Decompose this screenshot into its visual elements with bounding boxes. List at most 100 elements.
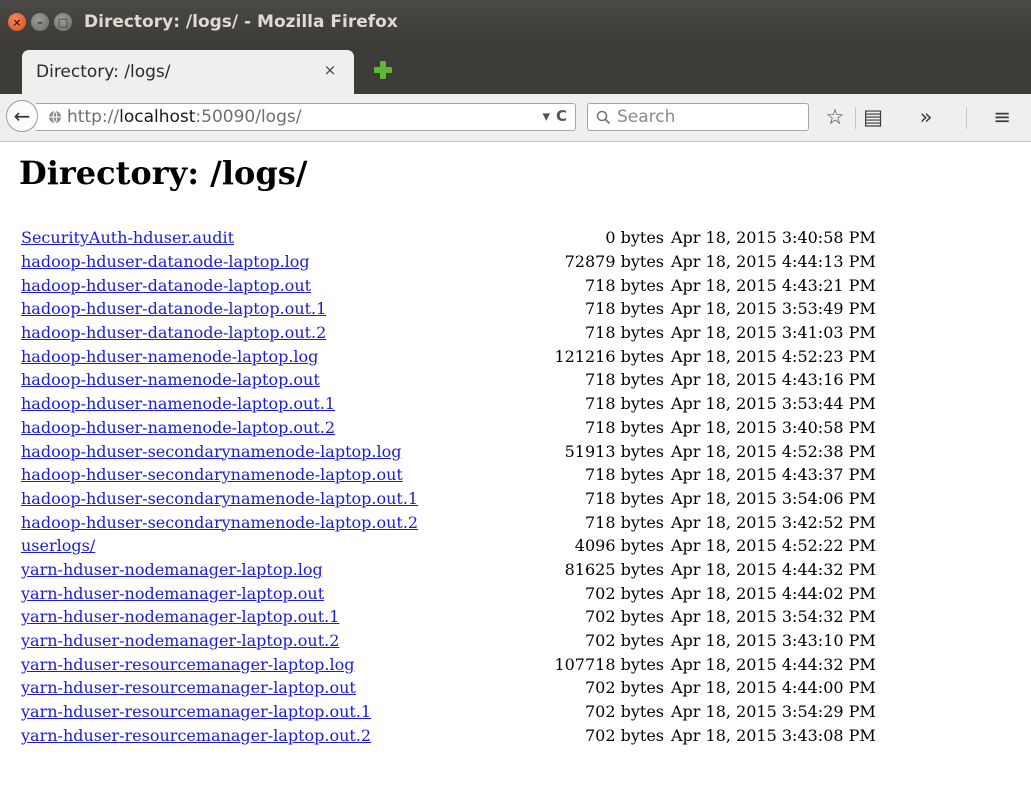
file-listing-table: SecurityAuth-hduser.audit 0 bytes Apr 18, …	[20, 226, 876, 747]
window-close-button[interactable]: ×	[8, 13, 26, 31]
file-link[interactable]: hadoop-hduser-secondarynamenode-laptop.o…	[21, 513, 418, 532]
file-modified-date: Apr 18, 2015 3:43:10 PM	[671, 631, 876, 651]
file-modified-date: Apr 18, 2015 4:44:32 PM	[671, 559, 876, 579]
file-size: 72879 bytes	[564, 252, 664, 272]
file-modified-date: Apr 18, 2015 4:43:21 PM	[671, 275, 876, 295]
table-row: yarn-hduser-resourcemanager-laptop.out 70…	[20, 676, 876, 700]
file-link[interactable]: SecurityAuth-hduser.audit	[21, 228, 234, 247]
file-size: 718 bytes	[584, 275, 664, 295]
file-link[interactable]: userlogs/	[21, 536, 95, 555]
table-row: hadoop-hduser-namenode-laptop.log 121216 …	[20, 344, 876, 368]
file-modified-date: Apr 18, 2015 4:44:02 PM	[671, 583, 876, 603]
file-link[interactable]: yarn-hduser-resourcemanager-laptop.out.1	[21, 702, 371, 721]
window-title: Directory: /logs/ - Mozilla Firefox	[84, 12, 398, 32]
file-size: 702 bytes	[584, 631, 664, 651]
file-name-cell: hadoop-hduser-datanode-laptop.log	[20, 250, 526, 274]
file-link[interactable]: yarn-hduser-nodemanager-laptop.out.1	[21, 607, 339, 626]
table-row: yarn-hduser-resourcemanager-laptop.log 10…	[20, 652, 876, 676]
file-modified-date: Apr 18, 2015 4:43:16 PM	[671, 370, 876, 390]
reload-icon[interactable]: C	[556, 107, 567, 125]
file-name-cell: yarn-hduser-resourcemanager-laptop.out.1	[20, 700, 526, 724]
file-link[interactable]: hadoop-hduser-secondarynamenode-laptop.o…	[21, 465, 403, 484]
file-size: 702 bytes	[584, 702, 664, 722]
file-name-cell: yarn-hduser-resourcemanager-laptop.out.2	[20, 723, 526, 747]
file-modified-date: Apr 18, 2015 4:52:22 PM	[671, 536, 876, 556]
tab-label: Directory: /logs/	[36, 62, 171, 82]
table-row: hadoop-hduser-datanode-laptop.out.2 718 b…	[20, 321, 876, 345]
file-name-cell: yarn-hduser-nodemanager-laptop.out.1	[20, 605, 526, 629]
file-modified-date: Apr 18, 2015 4:52:38 PM	[671, 441, 876, 461]
file-listing-body: SecurityAuth-hduser.audit 0 bytes Apr 18, …	[20, 226, 876, 747]
file-link[interactable]: yarn-hduser-resourcemanager-laptop.out	[21, 678, 356, 697]
file-link[interactable]: yarn-hduser-resourcemanager-laptop.log	[21, 655, 354, 674]
back-button[interactable]: ←	[6, 100, 38, 132]
url-dropdown-icon[interactable]: ▾	[542, 107, 550, 125]
file-modified-date: Apr 18, 2015 4:44:32 PM	[671, 654, 876, 674]
file-link[interactable]: hadoop-hduser-secondarynamenode-laptop.l…	[21, 442, 401, 461]
plus-icon[interactable]	[372, 59, 394, 81]
file-modified-date: Apr 18, 2015 3:53:49 PM	[671, 299, 876, 319]
url-prefix: http://	[67, 107, 120, 127]
file-size: 0 bytes	[605, 228, 664, 248]
file-link[interactable]: hadoop-hduser-datanode-laptop.out.1	[21, 299, 326, 318]
table-row: yarn-hduser-nodemanager-laptop.out 702 by…	[20, 581, 876, 605]
file-name-cell: hadoop-hduser-secondarynamenode-laptop.o…	[20, 487, 526, 511]
file-size: 81625 bytes	[564, 559, 664, 579]
file-link[interactable]: hadoop-hduser-datanode-laptop.out.2	[21, 323, 326, 342]
back-arrow-icon: ←	[13, 104, 31, 128]
file-size: 718 bytes	[584, 512, 664, 532]
file-size: 4096 bytes	[574, 536, 664, 556]
file-modified-date: Apr 18, 2015 3:41:03 PM	[671, 323, 876, 343]
file-modified-date: Apr 18, 2015 3:54:32 PM	[671, 607, 876, 627]
table-row: hadoop-hduser-secondarynamenode-laptop.o…	[20, 510, 876, 534]
table-row: SecurityAuth-hduser.audit 0 bytes Apr 18, …	[20, 226, 876, 250]
file-name-cell: yarn-hduser-resourcemanager-laptop.out	[20, 676, 526, 700]
file-link[interactable]: yarn-hduser-nodemanager-laptop.out.2	[21, 631, 339, 650]
file-modified-date: Apr 18, 2015 3:42:52 PM	[671, 512, 876, 532]
file-modified-date: Apr 18, 2015 4:52:23 PM	[671, 346, 876, 366]
file-name-cell: hadoop-hduser-namenode-laptop.out.1	[20, 392, 526, 416]
search-input[interactable]: Search	[587, 103, 809, 131]
table-row: yarn-hduser-nodemanager-laptop.out.2 702 …	[20, 629, 876, 653]
url-text: http://localhost:50090/logs/	[67, 107, 301, 127]
close-icon: ×	[12, 15, 22, 29]
table-row: yarn-hduser-nodemanager-laptop.log 81625 …	[20, 558, 876, 582]
file-name-cell: hadoop-hduser-datanode-laptop.out.1	[20, 297, 526, 321]
file-link[interactable]: yarn-hduser-resourcemanager-laptop.out.2	[21, 726, 371, 745]
bookmarks-menu-icon[interactable]: ▤	[859, 103, 887, 131]
table-row: userlogs/4096 bytes Apr 18, 2015 4:52:22 …	[20, 534, 876, 558]
file-name-cell: hadoop-hduser-datanode-laptop.out	[20, 273, 526, 297]
file-link[interactable]: hadoop-hduser-namenode-laptop.log	[21, 347, 318, 366]
file-link[interactable]: hadoop-hduser-namenode-laptop.out	[21, 370, 320, 389]
url-path: :50090/logs/	[195, 107, 302, 127]
hamburger-menu-icon[interactable]: ≡	[988, 103, 1016, 131]
overflow-chevron-icon[interactable]: »	[912, 103, 940, 131]
file-link[interactable]: hadoop-hduser-secondarynamenode-laptop.o…	[21, 489, 418, 508]
url-bar[interactable]: http://localhost:50090/logs/ ▾ C	[36, 103, 576, 131]
file-name-cell: hadoop-hduser-datanode-laptop.out.2	[20, 321, 526, 345]
maximize-icon: □	[57, 15, 69, 29]
file-link[interactable]: hadoop-hduser-namenode-laptop.out.1	[21, 394, 335, 413]
file-size: 718 bytes	[584, 394, 664, 414]
file-link[interactable]: hadoop-hduser-namenode-laptop.out.2	[21, 418, 335, 437]
file-name-cell: yarn-hduser-resourcemanager-laptop.log	[20, 652, 526, 676]
file-link[interactable]: hadoop-hduser-datanode-laptop.log	[21, 252, 310, 271]
file-name-cell: SecurityAuth-hduser.audit	[20, 226, 526, 250]
file-modified-date: Apr 18, 2015 3:53:44 PM	[671, 394, 876, 414]
page-title: Directory: /logs/	[19, 154, 308, 192]
file-name-cell: hadoop-hduser-secondarynamenode-laptop.o…	[20, 463, 526, 487]
globe-icon	[49, 110, 61, 124]
file-link[interactable]: hadoop-hduser-datanode-laptop.out	[21, 276, 311, 295]
file-link[interactable]: yarn-hduser-nodemanager-laptop.log	[21, 560, 323, 579]
window-maximize-button[interactable]: □	[54, 13, 72, 31]
file-modified-date: Apr 18, 2015 4:44:00 PM	[671, 678, 876, 698]
bookmark-star-icon[interactable]: ☆	[821, 103, 849, 131]
file-link[interactable]: yarn-hduser-nodemanager-laptop.out	[21, 584, 324, 603]
table-row: yarn-hduser-nodemanager-laptop.out.1 702 …	[20, 605, 876, 629]
window-minimize-button[interactable]: –	[31, 13, 49, 31]
file-size: 121216 bytes	[554, 346, 664, 366]
tab-directory-logs[interactable]: Directory: /logs/ ×	[22, 50, 354, 94]
window-controls: × – □	[8, 13, 72, 31]
file-size: 718 bytes	[584, 323, 664, 343]
tab-close-icon[interactable]: ×	[320, 60, 340, 80]
